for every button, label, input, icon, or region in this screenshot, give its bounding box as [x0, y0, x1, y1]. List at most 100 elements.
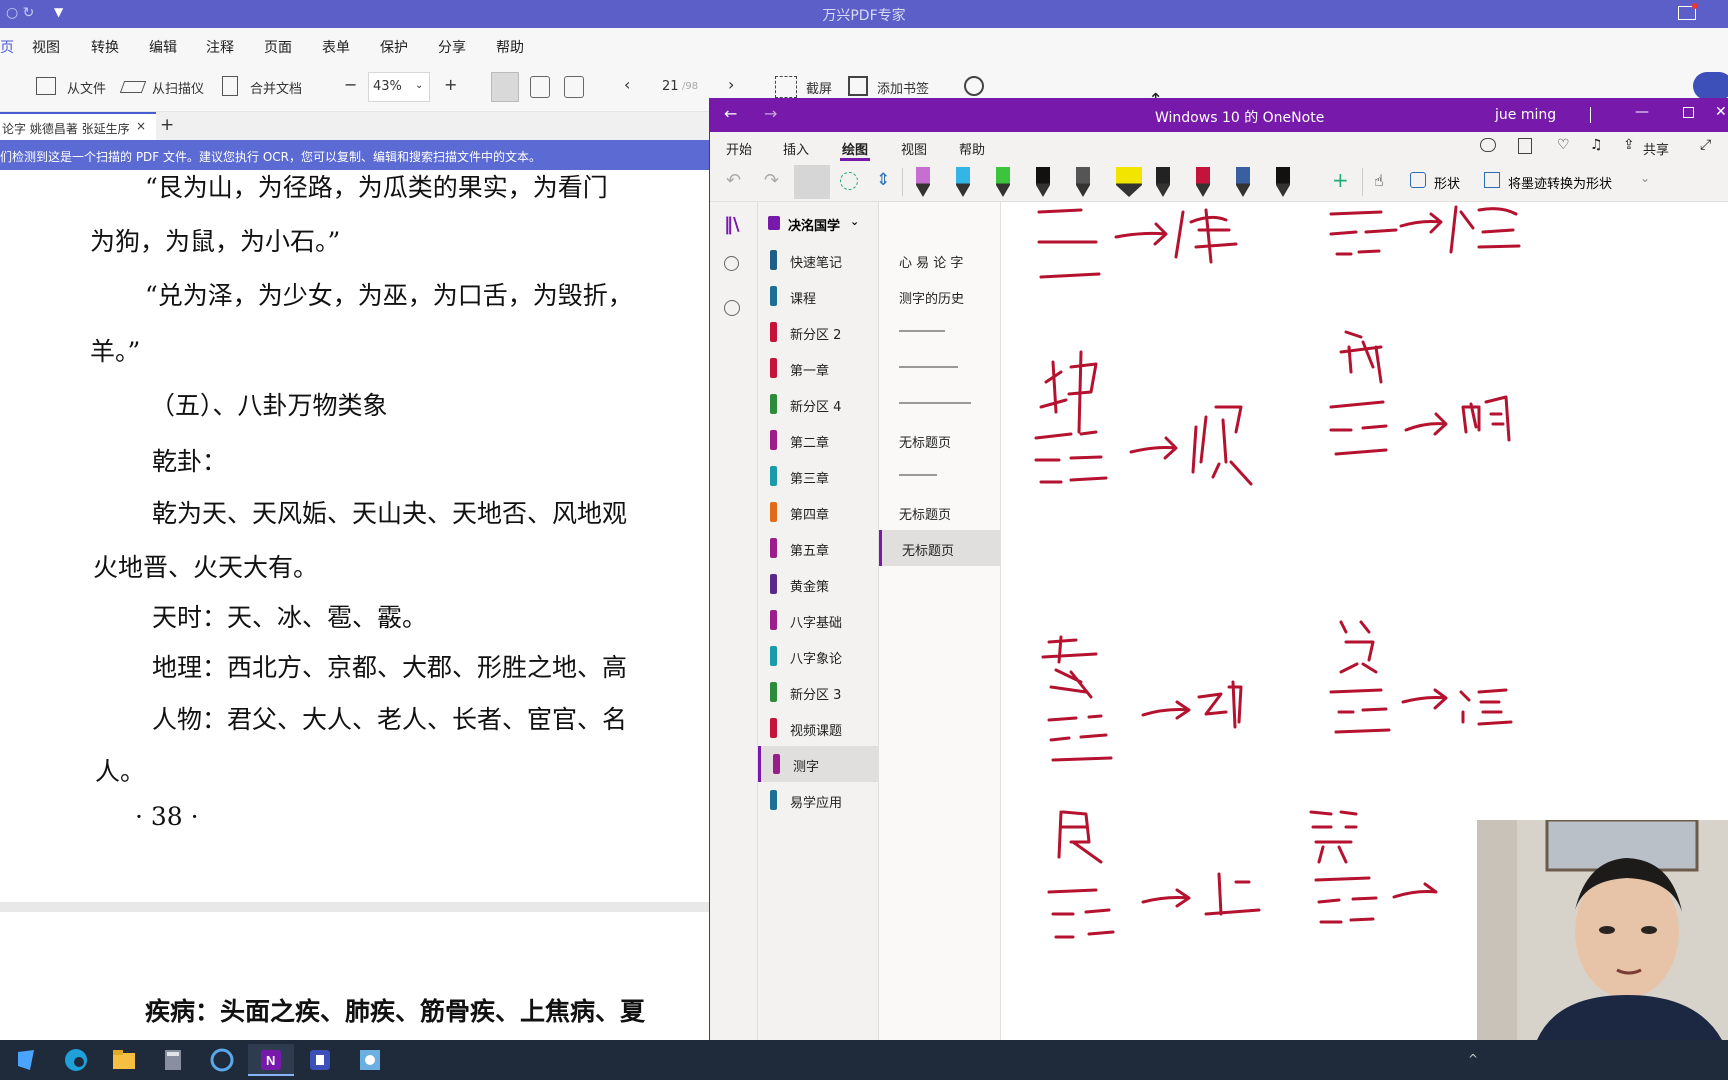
section-item[interactable]: 视频课题	[758, 710, 879, 746]
tab-help[interactable]: 帮助	[959, 139, 985, 158]
pen-icon[interactable]	[1276, 167, 1290, 197]
pen-icon[interactable]	[916, 167, 930, 197]
section-item[interactable]: 第三章	[758, 458, 879, 494]
page-item[interactable]	[879, 350, 1001, 386]
share-icon[interactable]: ⇪	[1623, 137, 1635, 153]
tab-draw[interactable]: 绘图	[842, 139, 868, 158]
close-icon[interactable]: ✕	[1715, 104, 1727, 120]
page-item[interactable]: 测字的历史	[879, 278, 1001, 314]
pen-icon[interactable]	[1076, 167, 1090, 197]
from-scanner-button[interactable]: 从扫描仪	[152, 78, 204, 97]
app-icon[interactable]	[202, 1044, 242, 1076]
rotate-icon[interactable]	[564, 76, 584, 98]
pen-icon[interactable]	[956, 167, 970, 197]
account-icon[interactable]	[1693, 72, 1728, 100]
notebooks-icon[interactable]: ‖\	[724, 214, 740, 235]
menu-share[interactable]: 分享	[438, 37, 466, 57]
menu-page[interactable]: 页面	[264, 37, 292, 57]
lightbulb-icon[interactable]: ♡	[1557, 137, 1570, 153]
page-item[interactable]	[879, 386, 1001, 422]
onenote-icon[interactable]: N	[248, 1044, 294, 1076]
touch-draw-icon[interactable]: ☝	[1374, 171, 1384, 190]
fit-width-icon[interactable]	[491, 72, 519, 102]
lasso-select-icon[interactable]	[794, 165, 830, 199]
new-tab-icon[interactable]: +	[160, 115, 174, 135]
calculator-icon[interactable]	[153, 1044, 193, 1076]
control-panel-icon[interactable]	[350, 1044, 390, 1076]
screenshot-button[interactable]: 截屏	[806, 78, 832, 97]
close-icon[interactable]: ×	[136, 119, 146, 133]
tab-insert[interactable]: 插入	[783, 139, 809, 158]
recent-clock-icon[interactable]	[724, 300, 740, 316]
pen-icon[interactable]	[1116, 167, 1142, 197]
section-item[interactable]: 新分区 3	[758, 674, 879, 710]
section-item[interactable]: 快速笔记	[758, 242, 879, 278]
chevron-down-icon[interactable]: ⌄	[1640, 171, 1650, 185]
edge-icon[interactable]	[56, 1044, 96, 1076]
pen-icon[interactable]	[1036, 167, 1050, 197]
section-item[interactable]: 八字象论	[758, 638, 879, 674]
undo-icon[interactable]: ↶	[726, 170, 741, 191]
shapes-icon[interactable]	[1410, 172, 1426, 188]
section-item[interactable]: 新分区 4	[758, 386, 879, 422]
pdf-app-icon[interactable]	[300, 1044, 340, 1076]
menu-convert[interactable]: 转换	[91, 37, 119, 57]
sync-icon[interactable]	[1480, 138, 1496, 152]
prev-page-button[interactable]: ‹	[624, 75, 630, 94]
menu-home-fragment[interactable]: 页	[0, 37, 14, 57]
zoom-out-button[interactable]: −	[344, 75, 357, 94]
document-tab[interactable]: 论字 姚德昌著 张延生序 ×	[0, 112, 156, 140]
section-item[interactable]: 第四章	[758, 494, 879, 530]
bell-icon[interactable]: ♫	[1590, 137, 1603, 153]
section-item[interactable]: 新分区 2	[758, 314, 879, 350]
pen-icon[interactable]	[1236, 167, 1250, 197]
merge-icon[interactable]	[222, 76, 238, 96]
back-arrow-icon[interactable]: ←	[724, 104, 737, 123]
section-item[interactable]: 第五章	[758, 530, 879, 566]
menu-protect[interactable]: 保护	[380, 37, 408, 57]
merge-button[interactable]: 合并文档	[250, 78, 302, 97]
section-item[interactable]: 八字基础	[758, 602, 879, 638]
pages-icon[interactable]	[1518, 138, 1532, 154]
screenshot-icon[interactable]	[775, 76, 797, 98]
user-name[interactable]: jue ming	[1495, 107, 1556, 123]
convert-ink-button[interactable]: 将墨迹转换为形状	[1508, 173, 1612, 192]
section-item[interactable]: 测字	[758, 746, 879, 782]
redo-icon[interactable]: ↷	[764, 170, 779, 191]
section-item[interactable]: 易学应用	[758, 782, 879, 818]
page-item[interactable]: 心 易 论 字	[879, 242, 1001, 278]
section-item[interactable]: 第二章	[758, 422, 879, 458]
section-item[interactable]: 第一章	[758, 350, 879, 386]
lasso-icon[interactable]	[840, 172, 858, 190]
menu-view[interactable]: 视图	[32, 37, 60, 57]
tray-chevron-icon[interactable]: ^	[1468, 1052, 1478, 1066]
tab-view[interactable]: 视图	[901, 139, 927, 158]
from-file-button[interactable]: 从文件	[67, 78, 106, 97]
add-space-icon[interactable]: ⇕	[876, 170, 890, 190]
page-item[interactable]: 无标题页	[879, 494, 1001, 530]
from-file-icon[interactable]	[36, 77, 56, 95]
shapes-button[interactable]: 形状	[1434, 173, 1460, 192]
search-icon[interactable]	[724, 256, 739, 271]
menu-annotate[interactable]: 注释	[206, 37, 234, 57]
file-explorer-icon[interactable]	[104, 1044, 144, 1076]
maximize-icon[interactable]	[1683, 107, 1694, 118]
tab-home[interactable]: 开始	[726, 139, 752, 158]
section-item[interactable]: 课程	[758, 278, 879, 314]
share-button[interactable]: 共享	[1643, 139, 1669, 158]
zoom-in-button[interactable]: +	[444, 75, 457, 94]
page-number-field[interactable]: 21 /98	[650, 72, 712, 102]
pen-icon[interactable]	[1196, 167, 1210, 197]
page-item[interactable]	[879, 458, 1001, 494]
bookmark-icon[interactable]	[848, 76, 868, 96]
scanner-icon[interactable]	[119, 81, 147, 93]
pen-icon[interactable]	[1156, 167, 1170, 197]
next-page-button[interactable]: ›	[728, 75, 734, 94]
notebook-picker[interactable]: 决洺国学 ⌄	[766, 212, 876, 236]
convert-ink-icon[interactable]	[1484, 172, 1500, 188]
fit-page-icon[interactable]	[530, 76, 550, 98]
zoom-select[interactable]: 43% ⌄	[368, 72, 430, 102]
add-bookmark-button[interactable]: 添加书签	[877, 78, 929, 97]
section-item[interactable]: 黄金策	[758, 566, 879, 602]
page-item[interactable]	[879, 314, 1001, 350]
